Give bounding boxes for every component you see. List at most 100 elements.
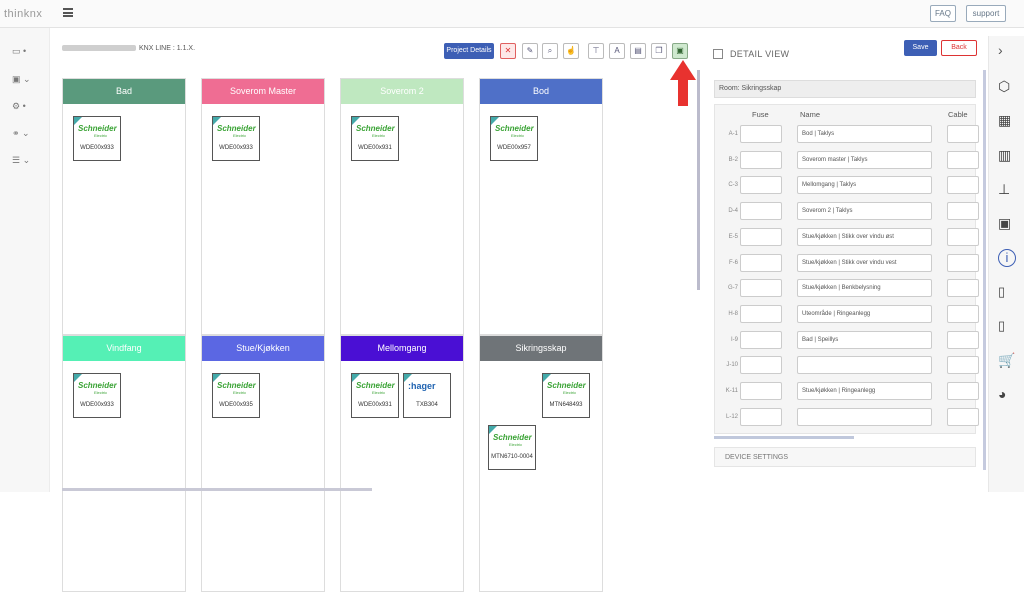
room-title[interactable]: Soverom 2 <box>341 79 463 104</box>
detail-scrollbar[interactable] <box>983 70 986 470</box>
excel-icon[interactable]: ▯ <box>998 318 1016 336</box>
cubes-icon[interactable]: ▦ <box>998 112 1016 130</box>
room-card[interactable]: Bad Schneider WDE00x933 Electric <box>62 78 186 335</box>
room-title[interactable]: Mellomgang <box>341 336 463 361</box>
fuse-input[interactable] <box>740 227 782 246</box>
cable-input[interactable] <box>947 202 979 221</box>
room-card[interactable]: Bod Schneider WDE00x957 Electric <box>479 78 603 335</box>
name-input[interactable]: Soverom 2 | Taklys <box>797 202 932 221</box>
room-card[interactable]: Vindfang Schneider WDE00x933 Electric <box>62 335 186 592</box>
canvas-scrollbar[interactable] <box>697 70 700 290</box>
fuse-input[interactable] <box>740 356 782 375</box>
name-input[interactable]: Bad | Speillys <box>797 330 932 349</box>
copy-icon[interactable]: ❐ <box>651 43 667 59</box>
cable-input[interactable] <box>947 176 979 195</box>
room-title[interactable]: Soverom Master <box>202 79 324 104</box>
device-card[interactable]: Schneider WDE00x935 Electric <box>212 373 260 418</box>
save-icon[interactable]: ▣ <box>672 43 688 59</box>
room-card[interactable]: Mellomgang Schneider WDE00x931 Electric:hag… <box>340 335 464 592</box>
cable-input[interactable] <box>947 356 979 375</box>
room-title[interactable]: Sikringsskap <box>480 336 602 361</box>
name-input[interactable]: Bod | Taklys <box>797 125 932 143</box>
grid-icon[interactable]: ▣ <box>998 215 1016 233</box>
device-settings-section[interactable]: DEVICE SETTINGS <box>714 447 976 467</box>
settings-icon[interactable]: ⚙ • <box>12 101 42 113</box>
building-icon[interactable]: ▥ <box>998 147 1016 165</box>
device-card[interactable]: Schneider WDE00x933 Electric <box>212 116 260 161</box>
room-title[interactable]: Bod <box>480 79 602 104</box>
row-label: G-7 <box>727 285 738 292</box>
room-card[interactable]: Sikringsskap Schneider MTN648493 Electric Sc… <box>479 335 603 592</box>
fuse-input[interactable] <box>740 202 782 221</box>
name-input[interactable]: Stue/kjøkken | Benkbelysning <box>797 279 932 298</box>
text-icon[interactable]: A <box>609 43 625 59</box>
room-title[interactable]: Stue/Kjøkken <box>202 336 324 361</box>
faq-button[interactable]: FAQ <box>930 5 956 22</box>
device-card[interactable]: Schneider WDE00x957 Electric <box>490 116 538 161</box>
links-icon[interactable]: ⚭ ⌄ <box>12 128 42 140</box>
user-icon[interactable]: ▣ ⌄ <box>12 74 42 86</box>
cable-input[interactable] <box>947 125 979 143</box>
room-card[interactable]: Soverom 2 Schneider WDE00x931 Electric <box>340 78 464 335</box>
search-icon[interactable]: ⌕ <box>542 43 558 59</box>
save-button[interactable]: Save <box>904 40 937 56</box>
device-card[interactable]: :hager TXB304 <box>403 373 451 418</box>
cable-input[interactable] <box>947 330 979 349</box>
name-input[interactable]: Stue/kjøkken | Ringeanlegg <box>797 382 932 400</box>
cable-input[interactable] <box>947 253 979 272</box>
cable-input[interactable] <box>947 304 979 323</box>
menu-icon[interactable] <box>63 8 73 17</box>
fuse-input[interactable] <box>740 176 782 195</box>
cable-input[interactable] <box>947 227 979 246</box>
list-icon[interactable]: ☰ ⌄ <box>12 155 42 167</box>
name-input[interactable] <box>797 407 932 426</box>
name-input[interactable]: Soverom master | Taklys <box>797 150 932 169</box>
device-card[interactable]: Schneider WDE00x931 Electric <box>351 116 399 161</box>
cable-input[interactable] <box>947 279 979 298</box>
tree-icon[interactable]: ⊤ <box>588 43 604 59</box>
fuse-input[interactable] <box>740 330 782 349</box>
name-input[interactable]: Stue/kjøkken | Stikk over vindu vest <box>797 253 932 272</box>
close-button[interactable]: ✕ <box>500 43 516 59</box>
cart-icon[interactable]: 🛒 <box>998 352 1016 370</box>
fuse-input[interactable] <box>740 279 782 298</box>
device-card[interactable]: Schneider WDE00x931 Electric <box>351 373 399 418</box>
name-input[interactable]: Stue/kjøkken | Stikk over vindu øst <box>797 227 932 246</box>
document-icon[interactable]: ▤ <box>630 43 646 59</box>
fuse-input[interactable] <box>740 304 782 323</box>
top-bar <box>0 0 1024 28</box>
name-input[interactable]: Uteområde | Ringeanlegg <box>797 304 932 323</box>
fuse-input[interactable] <box>740 150 782 169</box>
hierarchy-icon[interactable]: ⊥ <box>998 181 1016 199</box>
device-card[interactable]: Schneider MTN648493 Electric <box>542 373 590 418</box>
room-card[interactable]: Soverom Master Schneider WDE00x933 Electric <box>201 78 325 335</box>
fuse-input[interactable] <box>740 253 782 272</box>
chevron-right-icon[interactable]: › <box>998 42 1016 60</box>
pie-chart-icon[interactable]: ◕ <box>998 386 1016 404</box>
fuse-input[interactable] <box>740 125 782 143</box>
cube-icon[interactable]: ⬡ <box>998 78 1016 96</box>
room-title[interactable]: Bad <box>63 79 185 104</box>
cable-input[interactable] <box>947 150 979 169</box>
project-details-button[interactable]: Project Details <box>444 43 494 59</box>
pdf-icon[interactable]: ▯ <box>998 284 1016 302</box>
dashboard-icon[interactable]: ▭ • <box>12 46 42 58</box>
name-input[interactable] <box>797 356 932 375</box>
device-card[interactable]: Schneider MTN6710-0004 Electric <box>488 425 536 470</box>
support-button[interactable]: support <box>966 5 1006 22</box>
horizontal-scrollbar[interactable] <box>62 488 372 491</box>
room-title[interactable]: Vindfang <box>63 336 185 361</box>
fuse-input[interactable] <box>740 382 782 400</box>
fuse-input[interactable] <box>740 407 782 426</box>
device-card[interactable]: Schneider WDE00x933 Electric <box>73 373 121 418</box>
name-input[interactable]: Mellomgang | Taklys <box>797 176 932 195</box>
back-button[interactable]: Back <box>941 40 977 56</box>
room-card[interactable]: Stue/Kjøkken Schneider WDE00x935 Electric <box>201 335 325 592</box>
hand-icon[interactable]: ☝ <box>563 43 579 59</box>
cable-input[interactable] <box>947 407 979 426</box>
table-scrollbar[interactable] <box>714 436 854 439</box>
cable-input[interactable] <box>947 382 979 400</box>
info-icon[interactable]: i <box>998 249 1016 267</box>
edit-icon[interactable]: ✎ <box>522 43 538 59</box>
device-card[interactable]: Schneider WDE00x933 Electric <box>73 116 121 161</box>
